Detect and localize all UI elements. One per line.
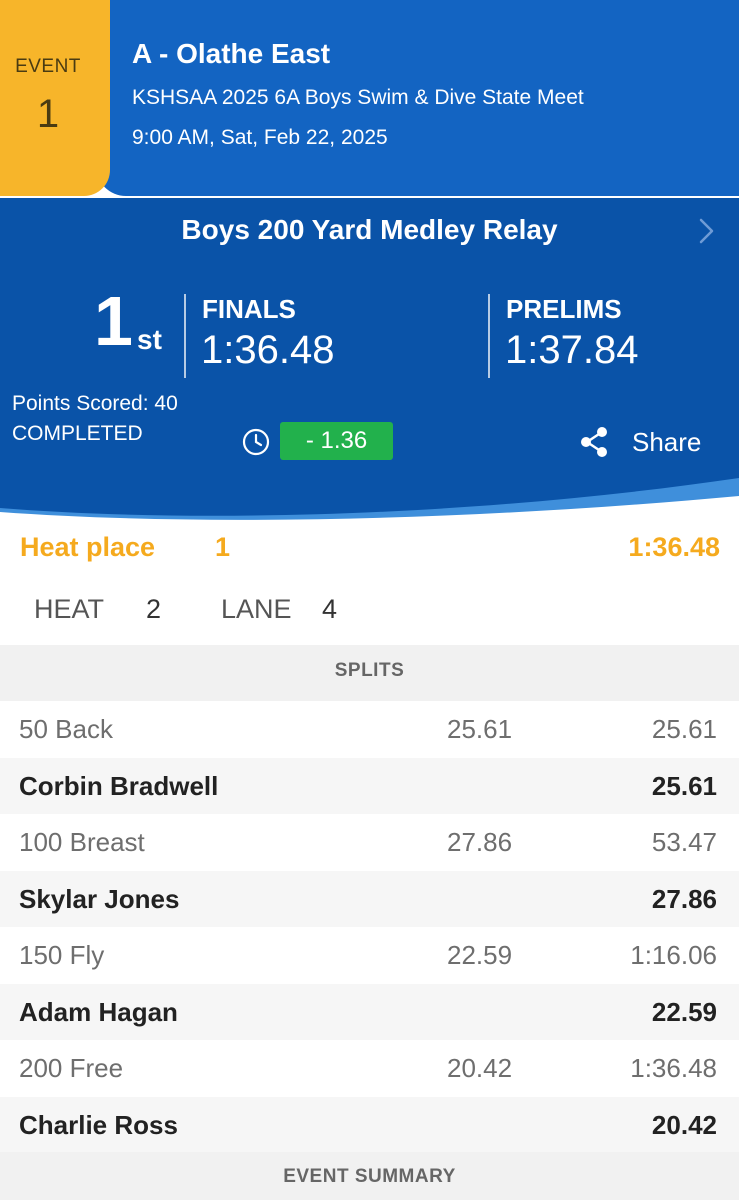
swimmer-leg-time: 22.59 [651,997,717,1027]
event-number-badge: EVENT 1 [0,0,110,196]
prelims-label: PRELIMS [506,294,622,324]
swimmer-name[interactable]: Adam Hagan [19,997,178,1028]
split-row: 150 Fly 22.59 1:16.06 [0,927,739,984]
heat-place-label: Heat place [20,532,156,562]
heat-value: 2 [146,594,162,624]
event-status: COMPLETED [12,422,143,445]
split-time: 20.42 [447,1053,513,1083]
swimmer-row[interactable]: Corbin Bradwell 25.61 [0,758,739,815]
swimmer-row[interactable]: Charlie Ross 20.42 [0,1097,739,1154]
heat-label: HEAT [34,594,105,624]
cumulative-time: 1:36.48 [630,1053,717,1083]
split-distance: 150 Fly [19,940,105,970]
divider [184,294,186,378]
split-time: 25.61 [447,714,513,744]
chevron-right-icon[interactable] [692,216,722,246]
split-row: 50 Back 25.61 25.61 [0,701,739,758]
swimmer-name[interactable]: Charlie Ross [19,1110,178,1141]
meet-datetime: 9:00 AM, Sat, Feb 22, 2025 [132,126,388,149]
cumulative-time: 53.47 [651,827,717,857]
split-time: 27.86 [447,827,513,857]
swimmer-row[interactable]: Adam Hagan 22.59 [0,984,739,1041]
split-row: 200 Free 20.42 1:36.48 [0,1040,739,1097]
event-label: EVENT [15,56,81,77]
split-distance: 50 Back [19,714,113,744]
clock-icon [242,428,270,456]
team-name: A - Olathe East [132,38,331,69]
split-distance: 200 Free [19,1053,124,1083]
share-button[interactable]: Share [632,427,701,458]
swimmer-leg-time: 25.61 [651,771,717,801]
split-time: 22.59 [447,940,513,970]
divider [488,294,490,378]
split-row: 100 Breast 27.86 53.47 [0,814,739,871]
lane-value: 4 [322,594,338,624]
heat-place-time: 1:36.48 [628,532,720,562]
cumulative-time: 1:16.06 [630,940,717,970]
place-suffix: st [137,324,162,355]
result-panel: Boys 200 Yard Medley Relay 1 st FINALS 1… [0,198,739,520]
swimmer-name[interactable]: Skylar Jones [19,884,179,915]
swimmer-leg-time: 27.86 [651,884,717,914]
swimmer-leg-time: 20.42 [651,1110,717,1140]
meet-name: KSHSAA 2025 6A Boys Swim & Dive State Me… [132,86,584,109]
cumulative-time: 25.61 [651,714,717,744]
time-improvement-badge: - 1.36 [280,422,393,460]
splits-header: SPLITS [0,645,739,701]
finals-time: 1:36.48 [201,328,335,372]
event-number: 1 [36,92,60,136]
lane-label: LANE [221,594,292,624]
swimmer-name[interactable]: Corbin Bradwell [19,771,218,802]
event-header: EVENT 1 A - Olathe East KSHSAA 2025 6A B… [0,0,739,198]
event-summary-header: EVENT SUMMARY [0,1152,739,1200]
heat-place-value: 1 [215,532,231,562]
prelims-time: 1:37.84 [505,328,639,372]
share-icon[interactable] [578,425,610,459]
swimmer-row[interactable]: Skylar Jones 27.86 [0,871,739,928]
finals-label: FINALS [202,294,296,324]
panel-wave [0,478,739,520]
place-number: 1 [94,282,133,360]
split-distance: 100 Breast [19,827,145,857]
event-title[interactable]: Boys 200 Yard Medley Relay [0,214,739,246]
points-scored: Points Scored: 40 [12,392,178,415]
